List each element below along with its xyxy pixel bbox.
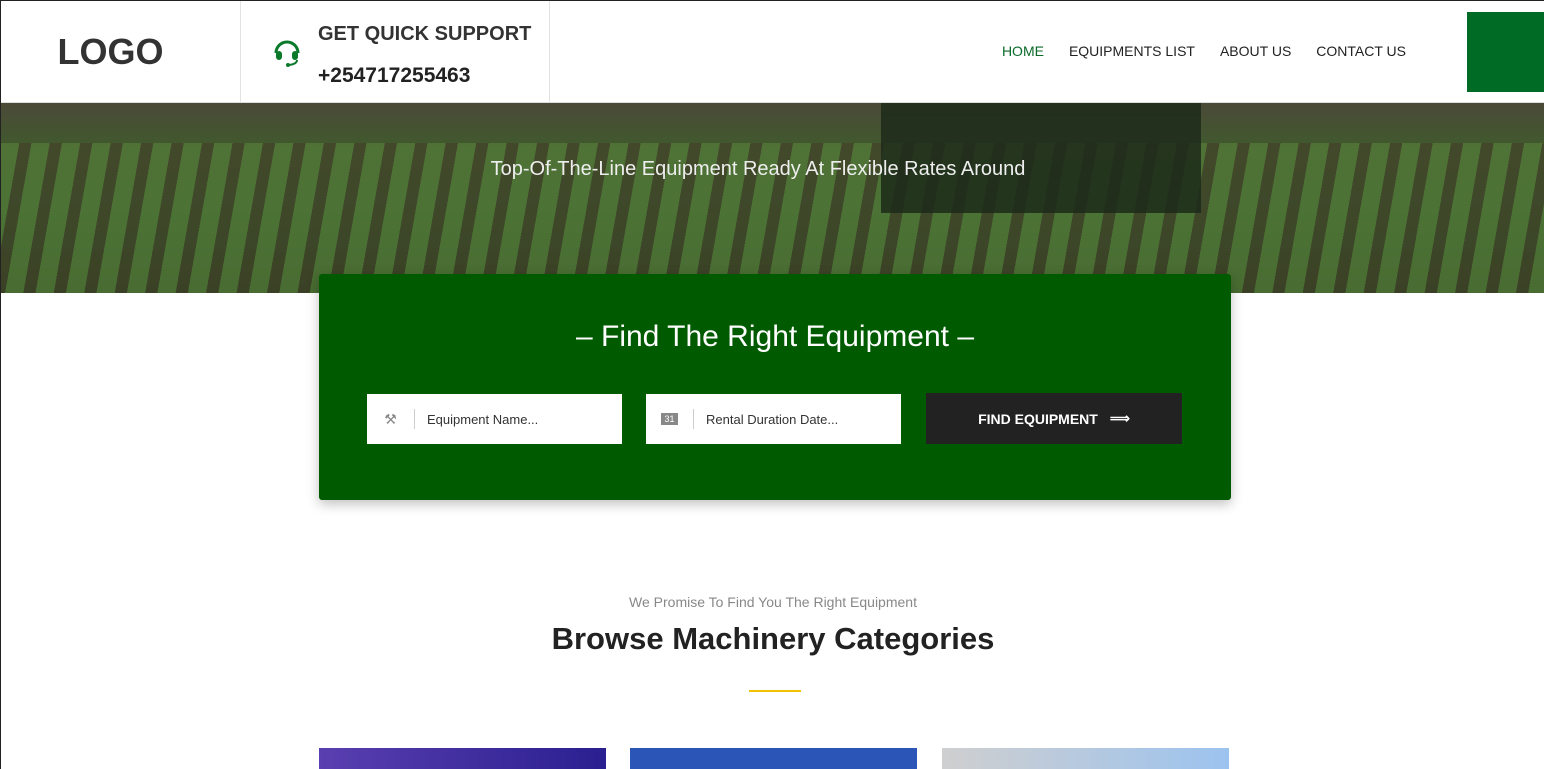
title-divider — [749, 686, 801, 692]
site-header: LOGO GET QUICK SUPPORT +254717255463 HOM… — [1, 0, 1544, 103]
support-title: GET QUICK SUPPORT — [318, 23, 532, 45]
equipment-finder: – Find The Right Equipment – ⚒ 31 FIND E… — [319, 274, 1231, 500]
finder-title: – Find The Right Equipment – — [575, 320, 975, 353]
equipment-name-field[interactable]: ⚒ — [367, 394, 622, 444]
arrow-right-icon: ⟹ — [1109, 410, 1130, 426]
finder-title-text: Find The Right Equipment — [601, 320, 949, 353]
find-equipment-button[interactable]: FIND EQUIPMENT ⟹ — [926, 393, 1182, 444]
support-phone[interactable]: +254717255463 — [318, 64, 470, 88]
calendar-icon: 31 — [646, 409, 694, 429]
equipment-name-input[interactable] — [415, 411, 615, 427]
rental-date-field[interactable]: 31 — [646, 394, 901, 444]
hero-tagline: Top-Of-The-Line Equipment Ready At Flexi… — [490, 158, 1026, 180]
header-cta-button[interactable] — [1467, 12, 1544, 92]
hero-banner: Top-Of-The-Line Equipment Ready At Flexi… — [1, 103, 1544, 293]
section-subtitle: We Promise To Find You The Right Equipme… — [629, 594, 917, 610]
calendar-day: 31 — [661, 413, 678, 425]
crane-icon: ⚒ — [367, 409, 415, 429]
nav-home[interactable]: HOME — [1002, 43, 1044, 59]
nav-equipments-list[interactable]: EQUIPMENTS LIST — [1069, 43, 1195, 59]
category-card[interactable] — [942, 748, 1229, 769]
headset-icon — [274, 40, 300, 67]
nav-about-us[interactable]: ABOUT US — [1220, 43, 1291, 59]
find-equipment-label: FIND EQUIPMENT — [978, 410, 1098, 427]
logo[interactable]: LOGO — [1, 1, 241, 103]
rental-date-input[interactable] — [694, 411, 894, 427]
category-card[interactable] — [319, 748, 606, 769]
category-card[interactable] — [630, 748, 917, 769]
quick-support: GET QUICK SUPPORT +254717255463 — [241, 1, 550, 103]
nav-contact-us[interactable]: CONTACT US — [1316, 43, 1406, 59]
section-title: Browse Machinery Categories — [551, 621, 995, 656]
main-nav: HOME EQUIPMENTS LIST ABOUT US CONTACT US — [1002, 43, 1406, 59]
